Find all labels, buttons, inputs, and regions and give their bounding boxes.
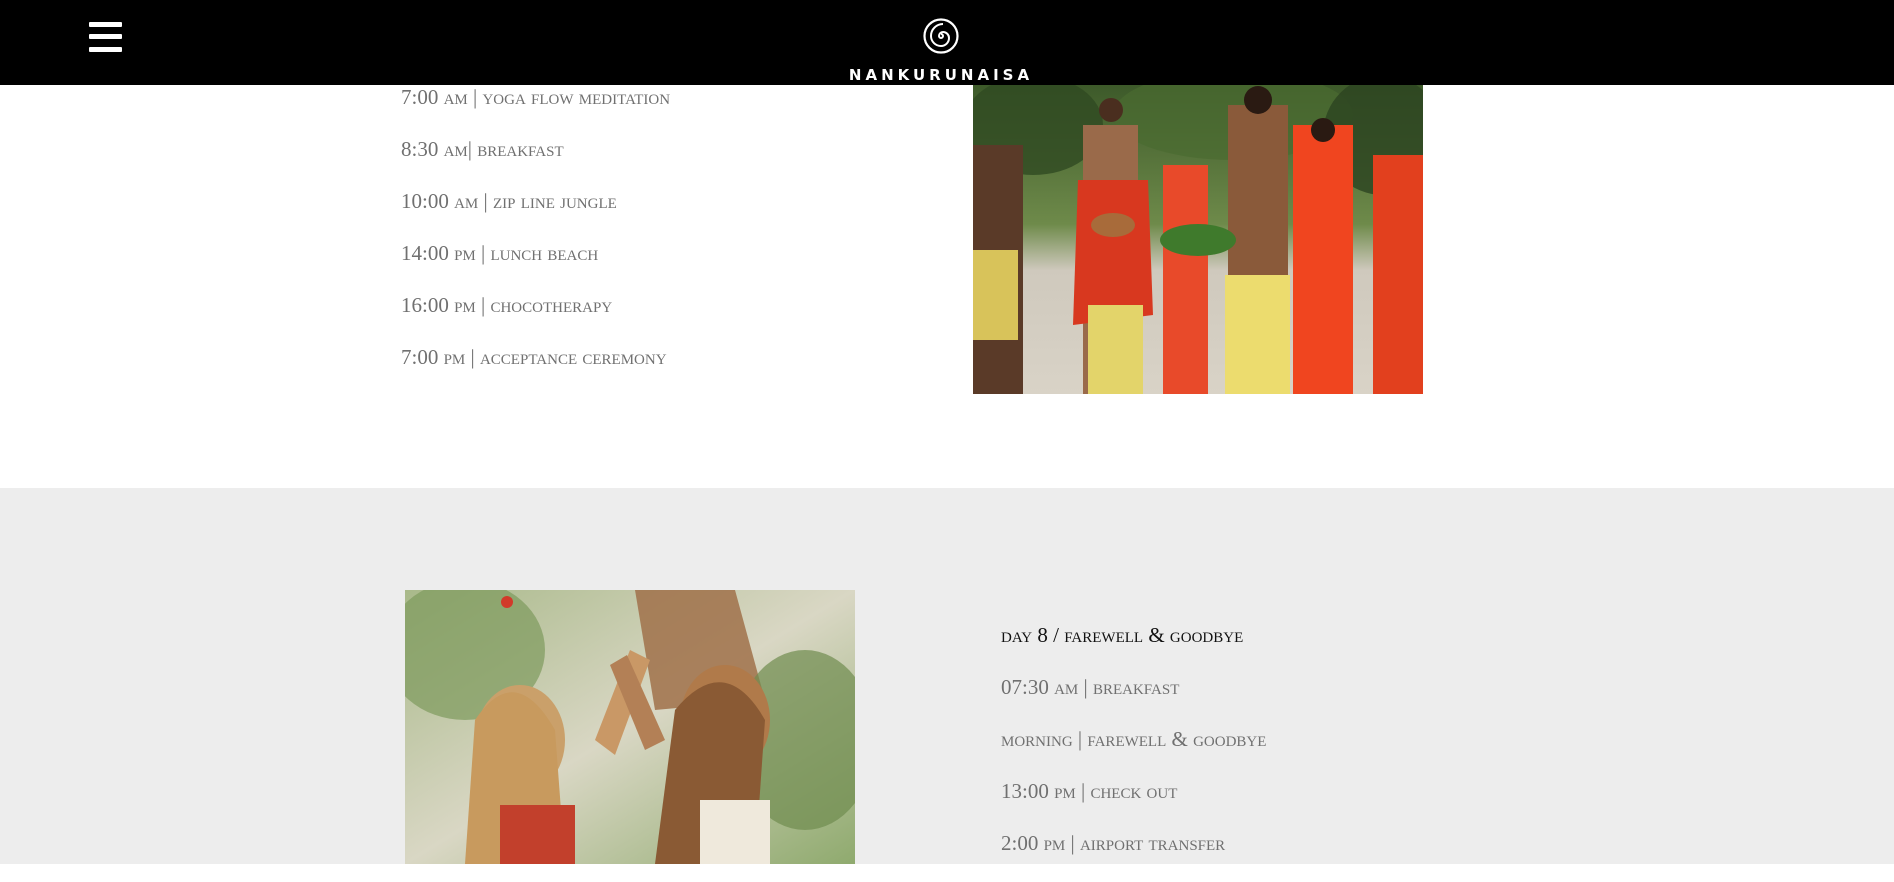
day-schedule-section (0, 85, 1894, 488)
schedule-item: 14:00 pm | lunch beach (401, 241, 599, 265)
schedule-item: 10:00 am | zip line jungle (401, 189, 617, 213)
spiral-logo-icon (923, 18, 959, 54)
schedule-item: 2:00 pm | airport transfer (1001, 831, 1226, 855)
schedule-item: 7:00 pm | acceptance ceremony (401, 345, 667, 369)
schedule-item: 07:30 am | breakfast (1001, 675, 1180, 699)
day8-section (0, 488, 1894, 864)
brand-name: NANKURUNAISA (848, 66, 1034, 84)
yoga-photo (405, 590, 855, 864)
day-schedule-list: 7:00 am | yoga flow meditation 8:30 am| … (401, 84, 670, 396)
schedule-item: 8:30 am| breakfast (401, 137, 564, 161)
day8-title: day 8 / farewell & goodbye (1001, 623, 1244, 647)
ceremony-photo (973, 85, 1423, 394)
schedule-item: 7:00 am | yoga flow meditation (401, 85, 671, 109)
hamburger-menu-icon[interactable] (89, 22, 122, 52)
schedule-item: morning | farewell & goodbye (1001, 727, 1267, 751)
schedule-item: 16:00 pm | chocotherapy (401, 293, 613, 317)
top-navigation-bar: NANKURUNAISA (0, 0, 1894, 85)
day8-schedule-list: day 8 / farewell & goodbye 07:30 am | br… (1001, 622, 1266, 882)
brand-logo[interactable]: NANKURUNAISA (846, 18, 1036, 84)
schedule-item: 13:00 pm | check out (1001, 779, 1178, 803)
